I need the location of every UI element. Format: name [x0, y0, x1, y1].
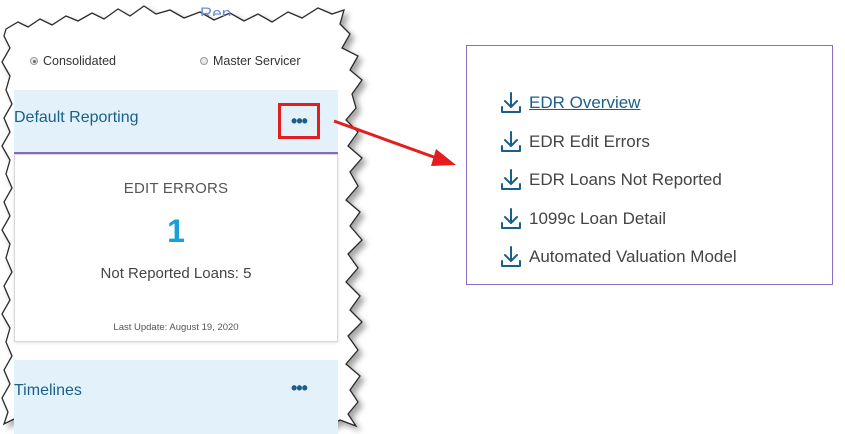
- dashboard-panel: Rep Consolidated Master Servicer Default…: [0, 0, 380, 434]
- menu-item-label: 1099c Loan Detail: [529, 208, 667, 228]
- menu-item-edr-edit-errors[interactable]: EDR Edit Errors: [500, 123, 737, 162]
- more-options-button[interactable]: •••: [278, 103, 320, 139]
- download-icon: [501, 92, 521, 114]
- metric-label: EDIT ERRORS: [123, 180, 229, 197]
- download-icon: [501, 207, 521, 229]
- download-menu-list: EDR Overview EDR Edit Errors EDR Loans N…: [500, 84, 737, 277]
- radio-master-servicer[interactable]: Master Servicer: [200, 54, 301, 68]
- menu-item-automated-valuation-model[interactable]: Automated Valuation Model: [500, 238, 737, 277]
- default-reporting-card-body: EDIT ERRORS 1 Not Reported Loans: 5 Last…: [14, 154, 338, 342]
- timelines-card-header: Timelines •••: [14, 360, 338, 434]
- radio-checked-icon: [30, 57, 38, 65]
- panel-content: Rep Consolidated Master Servicer Default…: [14, 0, 344, 434]
- radio-label: Consolidated: [43, 54, 116, 68]
- menu-item-label: EDR Edit Errors: [529, 131, 650, 151]
- download-icon: [501, 169, 521, 191]
- default-reporting-card-header: Default Reporting •••: [14, 90, 338, 154]
- not-reported-loans: Not Reported Loans: 5: [100, 265, 252, 282]
- menu-item-1099c-loan-detail[interactable]: 1099c Loan Detail: [500, 200, 737, 239]
- menu-item-edr-loans-not-reported[interactable]: EDR Loans Not Reported: [500, 161, 737, 200]
- radio-label: Master Servicer: [213, 54, 301, 68]
- radio-consolidated[interactable]: Consolidated: [30, 54, 116, 68]
- partial-section-title: Rep: [200, 4, 232, 23]
- edit-errors-count[interactable]: 1: [15, 213, 337, 250]
- card-title: Default Reporting: [14, 109, 139, 126]
- download-menu: EDR Overview EDR Edit Errors EDR Loans N…: [466, 45, 833, 285]
- menu-item-label: Automated Valuation Model: [529, 247, 737, 267]
- menu-item-label: EDR Loans Not Reported: [529, 170, 722, 190]
- download-icon: [501, 130, 521, 152]
- card-title: Timelines: [14, 382, 82, 399]
- menu-item-label: EDR Overview: [529, 93, 641, 113]
- more-options-button[interactable]: •••: [291, 378, 308, 399]
- radio-unchecked-icon: [200, 57, 208, 65]
- menu-item-edr-overview[interactable]: EDR Overview: [500, 84, 737, 123]
- last-update-text: Last Update: August 19, 2020: [113, 322, 239, 333]
- download-icon: [501, 246, 521, 268]
- screenshot-stage: Rep Consolidated Master Servicer Default…: [0, 0, 845, 434]
- ellipsis-icon: •••: [291, 110, 308, 131]
